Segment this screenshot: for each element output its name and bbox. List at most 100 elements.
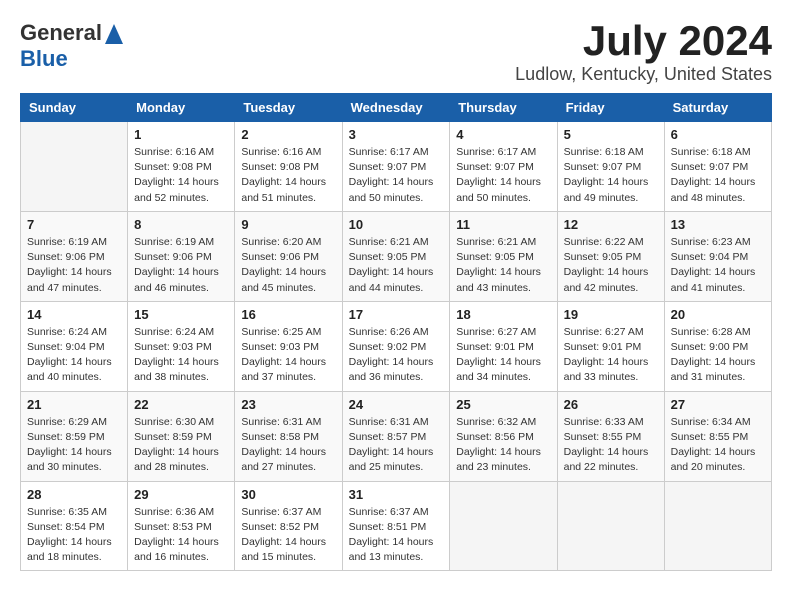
day-number: 29 — [134, 487, 228, 502]
day-info: Sunrise: 6:22 AM Sunset: 9:05 PM Dayligh… — [564, 235, 658, 296]
day-number: 5 — [564, 127, 658, 142]
table-row: 4 Sunrise: 6:17 AM Sunset: 9:07 PM Daylig… — [450, 122, 557, 212]
day-info: Sunrise: 6:19 AM Sunset: 9:06 PM Dayligh… — [27, 235, 121, 296]
table-row — [664, 481, 771, 571]
day-info: Sunrise: 6:23 AM Sunset: 9:04 PM Dayligh… — [671, 235, 765, 296]
page-header: General Blue July 2024 Ludlow, Kentucky,… — [20, 20, 772, 85]
day-info: Sunrise: 6:21 AM Sunset: 9:05 PM Dayligh… — [349, 235, 444, 296]
day-number: 14 — [27, 307, 121, 322]
day-info: Sunrise: 6:30 AM Sunset: 8:59 PM Dayligh… — [134, 415, 228, 476]
day-number: 27 — [671, 397, 765, 412]
day-number: 6 — [671, 127, 765, 142]
day-number: 7 — [27, 217, 121, 232]
table-row: 10 Sunrise: 6:21 AM Sunset: 9:05 PM Dayli… — [342, 211, 450, 301]
day-number: 28 — [27, 487, 121, 502]
table-row: 6Sunrise: 6:18 AM Sunset: 9:07 PM Daylig… — [664, 122, 771, 212]
table-row: 28 Sunrise: 6:35 AM Sunset: 8:54 PM Dayli… — [21, 481, 128, 571]
day-info: Sunrise: 6:29 AM Sunset: 8:59 PM Dayligh… — [27, 415, 121, 476]
table-row: 12 Sunrise: 6:22 AM Sunset: 9:05 PM Dayli… — [557, 211, 664, 301]
day-number: 8 — [134, 217, 228, 232]
logo-blue-text: Blue — [20, 46, 68, 71]
col-wednesday: Wednesday — [342, 94, 450, 122]
day-number: 17 — [349, 307, 444, 322]
table-row: 23 Sunrise: 6:31 AM Sunset: 8:58 PM Dayli… — [235, 391, 342, 481]
table-row: 13Sunrise: 6:23 AM Sunset: 9:04 PM Dayli… — [664, 211, 771, 301]
day-info: Sunrise: 6:17 AM Sunset: 9:07 PM Dayligh… — [456, 145, 550, 206]
day-info: Sunrise: 6:32 AM Sunset: 8:56 PM Dayligh… — [456, 415, 550, 476]
table-row: 1Sunrise: 6:16 AM Sunset: 9:08 PM Daylig… — [128, 122, 235, 212]
calendar-header-row: Sunday Monday Tuesday Wednesday Thursday… — [21, 94, 772, 122]
table-row: 27 Sunrise: 6:34 AM Sunset: 8:55 PM Dayli… — [664, 391, 771, 481]
day-number: 26 — [564, 397, 658, 412]
table-row: 19 Sunrise: 6:27 AM Sunset: 9:01 PM Dayli… — [557, 301, 664, 391]
col-saturday: Saturday — [664, 94, 771, 122]
calendar-week-row: 7 Sunrise: 6:19 AM Sunset: 9:06 PM Daylig… — [21, 211, 772, 301]
day-number: 1 — [134, 127, 228, 142]
day-info: Sunrise: 6:17 AM Sunset: 9:07 PM Dayligh… — [349, 145, 444, 206]
day-number: 31 — [349, 487, 444, 502]
table-row: 15 Sunrise: 6:24 AM Sunset: 9:03 PM Dayli… — [128, 301, 235, 391]
col-tuesday: Tuesday — [235, 94, 342, 122]
table-row: 25 Sunrise: 6:32 AM Sunset: 8:56 PM Dayli… — [450, 391, 557, 481]
table-row: 30 Sunrise: 6:37 AM Sunset: 8:52 PM Dayli… — [235, 481, 342, 571]
calendar-week-row: 28 Sunrise: 6:35 AM Sunset: 8:54 PM Dayli… — [21, 481, 772, 571]
table-row: 20 Sunrise: 6:28 AM Sunset: 9:00 PM Dayli… — [664, 301, 771, 391]
table-row: 3Sunrise: 6:17 AM Sunset: 9:07 PM Daylig… — [342, 122, 450, 212]
table-row: 24Sunrise: 6:31 AM Sunset: 8:57 PM Dayli… — [342, 391, 450, 481]
table-row — [450, 481, 557, 571]
day-number: 22 — [134, 397, 228, 412]
day-info: Sunrise: 6:27 AM Sunset: 9:01 PM Dayligh… — [564, 325, 658, 386]
day-info: Sunrise: 6:28 AM Sunset: 9:00 PM Dayligh… — [671, 325, 765, 386]
day-number: 12 — [564, 217, 658, 232]
day-info: Sunrise: 6:34 AM Sunset: 8:55 PM Dayligh… — [671, 415, 765, 476]
logo: General Blue — [20, 20, 123, 72]
day-number: 30 — [241, 487, 335, 502]
day-number: 18 — [456, 307, 550, 322]
day-number: 19 — [564, 307, 658, 322]
day-info: Sunrise: 6:20 AM Sunset: 9:06 PM Dayligh… — [241, 235, 335, 296]
day-number: 4 — [456, 127, 550, 142]
col-thursday: Thursday — [450, 94, 557, 122]
day-info: Sunrise: 6:33 AM Sunset: 8:55 PM Dayligh… — [564, 415, 658, 476]
day-info: Sunrise: 6:31 AM Sunset: 8:57 PM Dayligh… — [349, 415, 444, 476]
day-info: Sunrise: 6:27 AM Sunset: 9:01 PM Dayligh… — [456, 325, 550, 386]
day-info: Sunrise: 6:19 AM Sunset: 9:06 PM Dayligh… — [134, 235, 228, 296]
table-row: 2Sunrise: 6:16 AM Sunset: 9:08 PM Daylig… — [235, 122, 342, 212]
day-info: Sunrise: 6:25 AM Sunset: 9:03 PM Dayligh… — [241, 325, 335, 386]
col-monday: Monday — [128, 94, 235, 122]
day-info: Sunrise: 6:36 AM Sunset: 8:53 PM Dayligh… — [134, 505, 228, 566]
table-row: 14 Sunrise: 6:24 AM Sunset: 9:04 PM Dayli… — [21, 301, 128, 391]
table-row: 5 Sunrise: 6:18 AM Sunset: 9:07 PM Daylig… — [557, 122, 664, 212]
day-info: Sunrise: 6:21 AM Sunset: 9:05 PM Dayligh… — [456, 235, 550, 296]
day-info: Sunrise: 6:18 AM Sunset: 9:07 PM Dayligh… — [564, 145, 658, 206]
table-row: 18 Sunrise: 6:27 AM Sunset: 9:01 PM Dayli… — [450, 301, 557, 391]
location-title: Ludlow, Kentucky, United States — [515, 64, 772, 85]
day-number: 2 — [241, 127, 335, 142]
day-number: 9 — [241, 217, 335, 232]
day-number: 20 — [671, 307, 765, 322]
day-number: 23 — [241, 397, 335, 412]
month-title: July 2024 — [515, 20, 772, 62]
day-info: Sunrise: 6:26 AM Sunset: 9:02 PM Dayligh… — [349, 325, 444, 386]
calendar-week-row: 1Sunrise: 6:16 AM Sunset: 9:08 PM Daylig… — [21, 122, 772, 212]
day-info: Sunrise: 6:37 AM Sunset: 8:52 PM Dayligh… — [241, 505, 335, 566]
calendar-week-row: 14 Sunrise: 6:24 AM Sunset: 9:04 PM Dayli… — [21, 301, 772, 391]
day-number: 10 — [349, 217, 444, 232]
day-info: Sunrise: 6:35 AM Sunset: 8:54 PM Dayligh… — [27, 505, 121, 566]
day-number: 16 — [241, 307, 335, 322]
day-info: Sunrise: 6:24 AM Sunset: 9:04 PM Dayligh… — [27, 325, 121, 386]
day-number: 25 — [456, 397, 550, 412]
table-row: 21Sunrise: 6:29 AM Sunset: 8:59 PM Dayli… — [21, 391, 128, 481]
day-info: Sunrise: 6:24 AM Sunset: 9:03 PM Dayligh… — [134, 325, 228, 386]
col-sunday: Sunday — [21, 94, 128, 122]
day-number: 15 — [134, 307, 228, 322]
day-info: Sunrise: 6:31 AM Sunset: 8:58 PM Dayligh… — [241, 415, 335, 476]
table-row: 17 Sunrise: 6:26 AM Sunset: 9:02 PM Dayli… — [342, 301, 450, 391]
table-row: 16 Sunrise: 6:25 AM Sunset: 9:03 PM Dayli… — [235, 301, 342, 391]
table-row: 9 Sunrise: 6:20 AM Sunset: 9:06 PM Daylig… — [235, 211, 342, 301]
day-number: 11 — [456, 217, 550, 232]
table-row — [557, 481, 664, 571]
table-row: 31Sunrise: 6:37 AM Sunset: 8:51 PM Dayli… — [342, 481, 450, 571]
logo-general-text: General — [20, 20, 102, 46]
table-row: 29 Sunrise: 6:36 AM Sunset: 8:53 PM Dayli… — [128, 481, 235, 571]
